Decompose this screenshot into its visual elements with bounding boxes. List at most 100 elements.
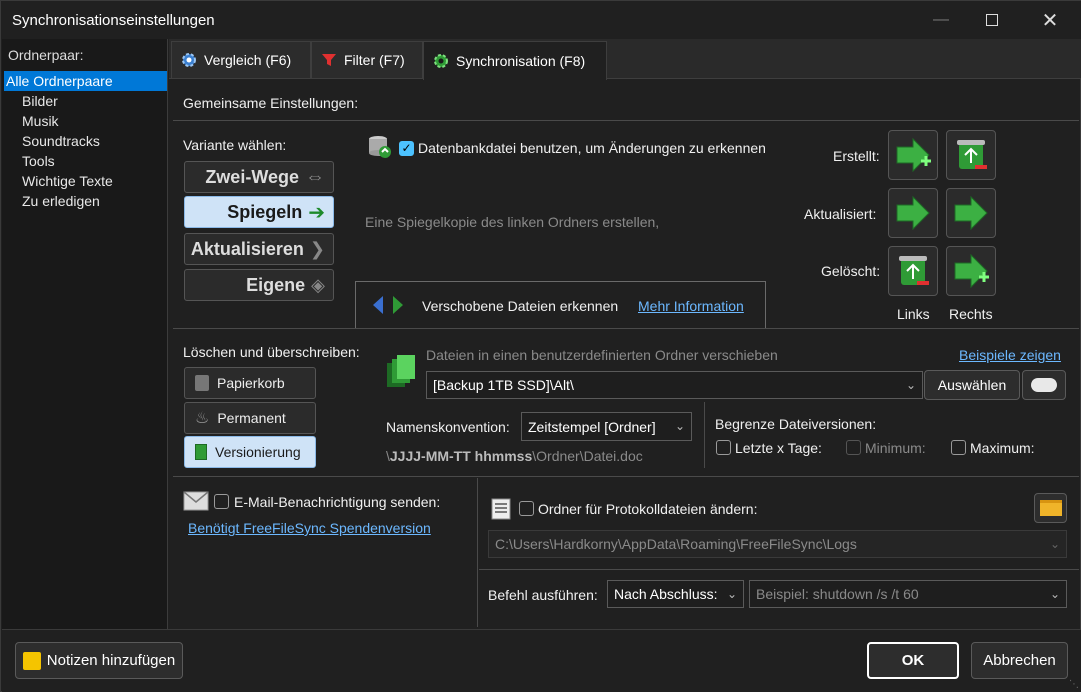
versions-folder-icon: [385, 353, 417, 394]
browse-log-folder-button[interactable]: [1034, 493, 1067, 523]
database-label: Datenbankdatei benutzen, um Änderungen z…: [418, 140, 766, 156]
more-information-link[interactable]: Mehr Information: [638, 298, 744, 314]
sidebar-item-wichtige-texte[interactable]: Wichtige Texte: [22, 171, 113, 191]
command-input[interactable]: Beispiel: shutdown /s /t 60 ⌄: [749, 580, 1067, 608]
folder-pair-sidebar: Ordnerpaar: Alle Ordnerpaare Bilder Musi…: [2, 39, 168, 629]
deleted-label: Gelöscht:: [821, 263, 881, 279]
variant-mirror-button[interactable]: Spiegeln ➔: [184, 196, 334, 228]
sidebar-item-zu-erledigen[interactable]: Zu erledigen: [22, 191, 100, 211]
versioning-folder-input[interactable]: [Backup 1TB SSD]\Alt\ ⌄: [426, 371, 923, 399]
sidebar-item-alle-ordnerpaare[interactable]: Alle Ordnerpaare: [4, 71, 167, 91]
minimum-label: Minimum:: [865, 440, 926, 456]
show-examples-link[interactable]: Beispiele zeigen: [959, 347, 1061, 363]
filter-icon: [322, 54, 336, 66]
variant-two-way-button[interactable]: Zwei-Wege ⇔: [184, 161, 334, 193]
deletion-heading: Löschen und überschreiben:: [183, 344, 360, 360]
versioning-button[interactable]: Versionierung: [184, 436, 316, 468]
log-folder-path-input[interactable]: C:\Users\Hardkorny\AppData\Roaming\FreeF…: [488, 530, 1067, 558]
updated-label: Aktualisiert:: [804, 206, 877, 222]
deleted-left-button[interactable]: [888, 246, 938, 296]
sync-gear-icon: [434, 54, 448, 68]
log-folder-path-value: C:\Users\Hardkorny\AppData\Roaming\FreeF…: [495, 536, 857, 552]
email-checkbox[interactable]: [214, 494, 229, 509]
tab-label: Vergleich (F6): [204, 52, 292, 68]
deleted-right-button[interactable]: [946, 246, 996, 296]
deletion-option-label: Versionierung: [215, 444, 301, 460]
tab-label: Synchronisation (F8): [456, 53, 586, 69]
moved-files-icon: [371, 294, 413, 319]
folder-pair-label: Ordnerpaar:: [8, 47, 84, 63]
divider: [477, 478, 478, 627]
move-to-folder-label: Dateien in einen benutzerdefinierten Ord…: [426, 347, 778, 363]
versions-icon: [195, 444, 207, 460]
maximize-icon[interactable]: [967, 1, 1017, 39]
naming-pattern-preview: \JJJJ-MM-TT hhmmss\Ordner\Datei.doc: [386, 448, 643, 464]
divider: [173, 476, 1079, 477]
cancel-button[interactable]: Abbrechen: [971, 642, 1068, 679]
email-label: E-Mail-Benachrichtigung senden:: [234, 494, 441, 510]
created-left-button[interactable]: [888, 130, 938, 180]
command-timing-value: Nach Abschluss:: [614, 586, 718, 602]
log-folder-label: Ordner für Protokolldateien ändern:: [538, 501, 758, 517]
recycle-bin-button[interactable]: Papierkorb: [184, 367, 316, 399]
updated-left-button[interactable]: [888, 188, 938, 238]
limit-versions-heading: Begrenze Dateiversionen:: [715, 416, 877, 432]
chevron-down-icon: ⌄: [905, 378, 916, 392]
divider: [173, 120, 1079, 121]
sidebar-item-bilder[interactable]: Bilder: [22, 91, 58, 111]
permanent-button[interactable]: ♨ Permanent: [184, 402, 316, 434]
command-label: Befehl ausführen:: [488, 587, 598, 603]
tab-vergleich[interactable]: Vergleich (F6): [171, 41, 311, 79]
variant-custom-button[interactable]: Eigene ◈: [184, 269, 334, 301]
variant-update-button[interactable]: Aktualisieren ❯: [184, 233, 334, 265]
add-notes-label: Notizen hinzufügen: [46, 652, 176, 669]
created-label: Erstellt:: [833, 148, 880, 164]
variant-label: Spiegeln: [227, 201, 303, 222]
variant-label: Aktualisieren: [190, 238, 304, 259]
log-file-icon: [489, 497, 513, 524]
variant-label: Zwei-Wege: [205, 166, 299, 187]
green-arrow-plus-icon: [954, 253, 989, 289]
tab-synchronisation[interactable]: Synchronisation (F8): [423, 41, 607, 80]
command-timing-select[interactable]: Nach Abschluss: ⌄: [607, 580, 744, 608]
chevron-down-icon: ⌄: [674, 419, 685, 433]
chevron-down-icon: ⌄: [1049, 587, 1060, 601]
divider: [704, 402, 705, 468]
deletion-option-label: Permanent: [217, 410, 286, 426]
minimize-icon[interactable]: —: [916, 1, 966, 39]
green-arrow-icon: [954, 195, 988, 231]
settings-dialog: Synchronisationseinstellungen — ✕ Ordner…: [0, 0, 1081, 692]
ok-button[interactable]: OK: [867, 642, 959, 679]
add-notes-button[interactable]: Notizen hinzufügen: [15, 642, 183, 679]
sidebar-item-tools[interactable]: Tools: [22, 151, 55, 171]
variant-description: Eine Spiegelkopie des linken Ordners ers…: [365, 214, 660, 230]
log-folder-checkbox[interactable]: [519, 501, 534, 516]
update-arrow-icon: ❯: [309, 238, 325, 259]
window-title: Synchronisationseinstellungen: [12, 12, 215, 29]
database-checkbox[interactable]: ✓: [399, 141, 414, 156]
sidebar-item-soundtracks[interactable]: Soundtracks: [22, 131, 100, 151]
choose-folder-button[interactable]: Auswählen: [924, 370, 1020, 400]
variant-label: Eigene: [246, 274, 306, 295]
last-days-checkbox[interactable]: [716, 440, 731, 455]
command-placeholder: Beispiel: shutdown /s /t 60: [756, 586, 919, 602]
left-column-label: Links: [897, 306, 930, 322]
created-right-button[interactable]: [946, 130, 996, 180]
maximum-checkbox[interactable]: [951, 440, 966, 455]
cloud-button[interactable]: [1022, 370, 1066, 400]
sidebar-item-musik[interactable]: Musik: [22, 111, 59, 131]
custom-diamond-icon: ◈: [311, 274, 325, 295]
minimum-checkbox[interactable]: [846, 440, 861, 455]
updated-right-button[interactable]: [946, 188, 996, 238]
moved-files-label: Verschobene Dateien erkennen: [422, 298, 619, 314]
naming-convention-select[interactable]: Zeitstempel [Ordner] ⌄: [521, 412, 692, 441]
green-arrow-plus-icon: [896, 137, 931, 173]
close-icon[interactable]: ✕: [1025, 1, 1075, 39]
folder-icon: [1039, 500, 1062, 516]
donation-version-link[interactable]: Benötigt FreeFileSync Spendenversion: [188, 520, 431, 536]
resize-grip-icon[interactable]: ⋱: [1069, 679, 1079, 690]
recycle-bin-icon: [899, 256, 929, 285]
tab-filter[interactable]: Filter (F7): [311, 41, 423, 79]
naming-convention-label: Namenskonvention:: [386, 419, 510, 435]
right-arrow-icon: ➔: [308, 201, 325, 224]
